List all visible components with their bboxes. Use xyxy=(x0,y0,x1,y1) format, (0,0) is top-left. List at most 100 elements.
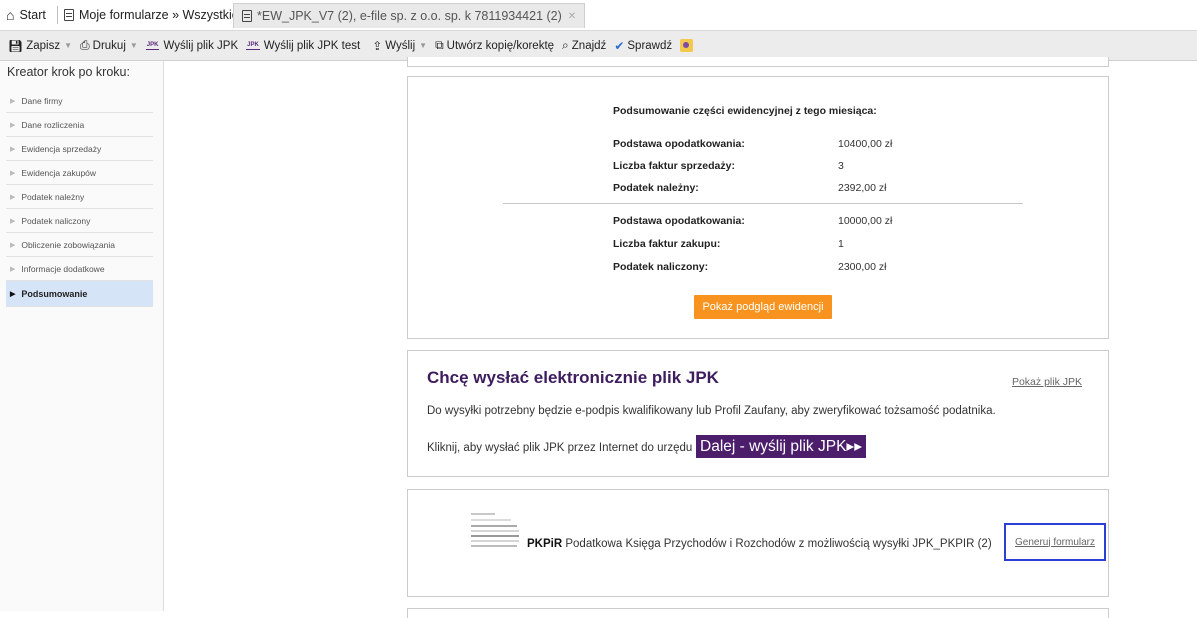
send-jpk-instruction: Kliknij, aby wysłać plik JPK przez Inter… xyxy=(427,442,693,454)
sidebar-item-label: Podatek należny xyxy=(21,191,85,202)
search-icon: ⌕ xyxy=(562,38,569,52)
printer-icon: ⎙ xyxy=(80,38,90,52)
generate-form-highlight: Generuj formularz xyxy=(1004,523,1106,561)
summary-value: 1 xyxy=(838,238,844,250)
send-jpk-label: Wyślij plik JPK xyxy=(163,39,239,52)
summary-label: Podstawa opodatkowania: xyxy=(613,138,745,150)
document-icon xyxy=(242,10,252,22)
show-preview-button[interactable]: Pokaż podgląd ewidencji xyxy=(694,295,832,319)
chevron-down-icon[interactable]: ▼ xyxy=(130,41,138,50)
tab-separator xyxy=(57,6,58,24)
triangle-right-icon: ▶ xyxy=(10,217,16,225)
form-thumbnail xyxy=(469,510,521,550)
summary-label: Liczba faktur zakupu: xyxy=(613,238,721,250)
summary-value: 2300,00 zł xyxy=(838,261,887,273)
sidebar-item-label: Podsumowanie xyxy=(21,288,88,299)
summary-value: 3 xyxy=(838,160,844,172)
summary-value: 10000,00 zł xyxy=(838,215,893,227)
tab-start[interactable]: ⌂ Start xyxy=(6,3,46,27)
chevron-down-icon[interactable]: ▼ xyxy=(64,41,72,50)
check-button[interactable]: ✔ Sprawdź xyxy=(614,39,672,53)
summary-panel: Podsumowanie części ewidencyjnej z tego … xyxy=(407,76,1109,339)
folder-icon xyxy=(680,39,694,52)
sidebar-item-label: Obliczenie zobowiązania xyxy=(21,239,115,250)
sidebar-item-label: Ewidencja zakupów xyxy=(21,167,97,178)
summary-label: Liczba faktur sprzedaży: xyxy=(613,160,735,172)
triangle-right-icon: ▶ xyxy=(10,121,16,129)
send-jpk-panel: Chcę wysłać elektronicznie plik JPK Poka… xyxy=(407,350,1109,477)
chevron-down-icon[interactable]: ▼ xyxy=(419,41,427,50)
tab-label: Moje formularze » Wszystkie xyxy=(79,8,239,22)
copy-icon: ⧉ xyxy=(435,38,444,52)
pkpir-description: PKPiR Podatkowa Księga Przychodów i Rozc… xyxy=(527,538,992,550)
extra-tool-button[interactable] xyxy=(680,39,696,52)
sidebar-item-ewidencja-zakupow[interactable]: ▶ Ewidencja zakupów xyxy=(6,161,153,185)
summary-label: Podstawa opodatkowania: xyxy=(613,215,745,227)
tab-ew-jpk[interactable]: *EW_JPK_V7 (2), e-file sp. z o.o. sp. k … xyxy=(233,3,586,28)
sidebar-item-label: Dane firmy xyxy=(21,95,63,106)
tab-bar: ⌂ Start Moje formularze » Wszystkie ✕ *E… xyxy=(0,0,1197,31)
triangle-right-icon: ▶ xyxy=(10,241,16,249)
print-button[interactable]: ⎙ Drukuj ▼ xyxy=(80,38,138,53)
save-button[interactable]: 💾︎ Zapisz ▼ xyxy=(8,39,72,53)
summary-label: Podatek naliczony: xyxy=(613,261,709,273)
triangle-right-icon: ▶ xyxy=(10,193,16,201)
tab-label: Start xyxy=(19,8,46,22)
sidebar-item-label: Dane rozliczenia xyxy=(21,119,85,130)
check-label: Sprawdź xyxy=(627,39,673,52)
send-jpk-next-button[interactable]: Dalej - wyślij plik JPK▸▸ xyxy=(696,435,866,458)
find-label: Znajdź xyxy=(571,39,607,52)
document-icon xyxy=(64,9,74,21)
triangle-right-icon: ▶ xyxy=(10,145,16,153)
send-jpk-test-label: Wyślij plik JPK test xyxy=(263,39,361,52)
save-icon: 💾︎ xyxy=(8,38,24,53)
main-content: Podsumowanie części ewidencyjnej z tego … xyxy=(164,57,1197,618)
sidebar-item-ewidencja-sprzedazy[interactable]: ▶ Ewidencja sprzedaży xyxy=(6,137,153,161)
send-button[interactable]: ⇪ Wyślij ▼ xyxy=(372,39,427,53)
tab-my-forms[interactable]: Moje formularze » Wszystkie ✕ xyxy=(64,3,253,27)
send-jpk-title: Chcę wysłać elektronicznie plik JPK xyxy=(427,368,719,387)
summary-value: 10400,00 zł xyxy=(838,138,893,150)
pkpir-panel: PKPiR Podatkowa Księga Przychodów i Rozc… xyxy=(407,489,1109,597)
print-label: Drukuj xyxy=(92,39,126,52)
sidebar-item-label: Ewidencja sprzedaży xyxy=(21,143,102,154)
pkpir-name: PKPiR xyxy=(527,538,563,550)
tab-label: *EW_JPK_V7 (2), e-file sp. z o.o. sp. k … xyxy=(257,9,562,23)
triangle-right-icon: ▶ xyxy=(10,290,16,298)
sidebar-title: Kreator krok po kroku: xyxy=(7,65,130,79)
send-jpk-description: Do wysyłki potrzebny będzie e-podpis kwa… xyxy=(427,405,996,417)
sidebar-item-informacje-dodatkowe[interactable]: ▶ Informacje dodatkowe xyxy=(6,257,153,281)
sidebar-item-podatek-nalezny[interactable]: ▶ Podatek należny xyxy=(6,185,153,209)
send-jpk-test-button[interactable]: JPK Wyślij plik JPK test xyxy=(246,40,360,52)
sidebar-item-dane-firmy[interactable]: ▶ Dane firmy xyxy=(6,89,153,113)
summary-value: 2392,00 zł xyxy=(838,182,887,194)
previous-panel xyxy=(407,57,1109,67)
show-jpk-link[interactable]: Pokaż plik JPK xyxy=(1012,376,1082,388)
sidebar-item-obliczenie-zobowiazania[interactable]: ▶ Obliczenie zobowiązania xyxy=(6,233,153,257)
check-icon: ✔ xyxy=(614,38,625,53)
pkpir-text: Podatkowa Księga Przychodów i Rozchodów … xyxy=(562,538,992,550)
find-button[interactable]: ⌕ Znajdź xyxy=(562,38,606,53)
summary-heading: Podsumowanie części ewidencyjnej z tego … xyxy=(613,105,877,117)
create-copy-label: Utwórz kopię/korektę xyxy=(446,39,555,52)
wizard-steps: ▶ Dane firmy ▶ Dane rozliczenia ▶ Ewidencja… xyxy=(6,89,153,307)
wizard-sidebar: Kreator krok po kroku: ▶ Dane firmy ▶ Dane… xyxy=(0,61,164,611)
save-label: Zapisz xyxy=(26,39,61,52)
triangle-right-icon: ▶ xyxy=(10,169,16,177)
send-icon: ⇪ xyxy=(372,38,383,53)
sidebar-item-label: Podatek naliczony xyxy=(21,215,91,226)
sidebar-item-label: Informacje dodatkowe xyxy=(21,263,105,274)
home-icon: ⌂ xyxy=(6,7,15,23)
sidebar-item-podatek-naliczony[interactable]: ▶ Podatek naliczony xyxy=(6,209,153,233)
send-label: Wyślij xyxy=(385,39,416,52)
jpk-icon: JPK xyxy=(246,42,260,50)
jpk-icon: JPK xyxy=(145,42,160,50)
close-icon[interactable]: ✕ xyxy=(568,11,576,22)
triangle-right-icon: ▶ xyxy=(10,265,16,273)
sidebar-item-dane-rozliczenia[interactable]: ▶ Dane rozliczenia xyxy=(6,113,153,137)
send-jpk-button[interactable]: JPK Wyślij plik JPK xyxy=(145,39,239,52)
generate-form-link[interactable]: Generuj formularz xyxy=(1015,537,1095,548)
triangle-right-icon: ▶ xyxy=(10,97,16,105)
create-copy-button[interactable]: ⧉ Utwórz kopię/korektę xyxy=(435,38,554,53)
sidebar-item-podsumowanie[interactable]: ▶ Podsumowanie xyxy=(6,281,153,307)
